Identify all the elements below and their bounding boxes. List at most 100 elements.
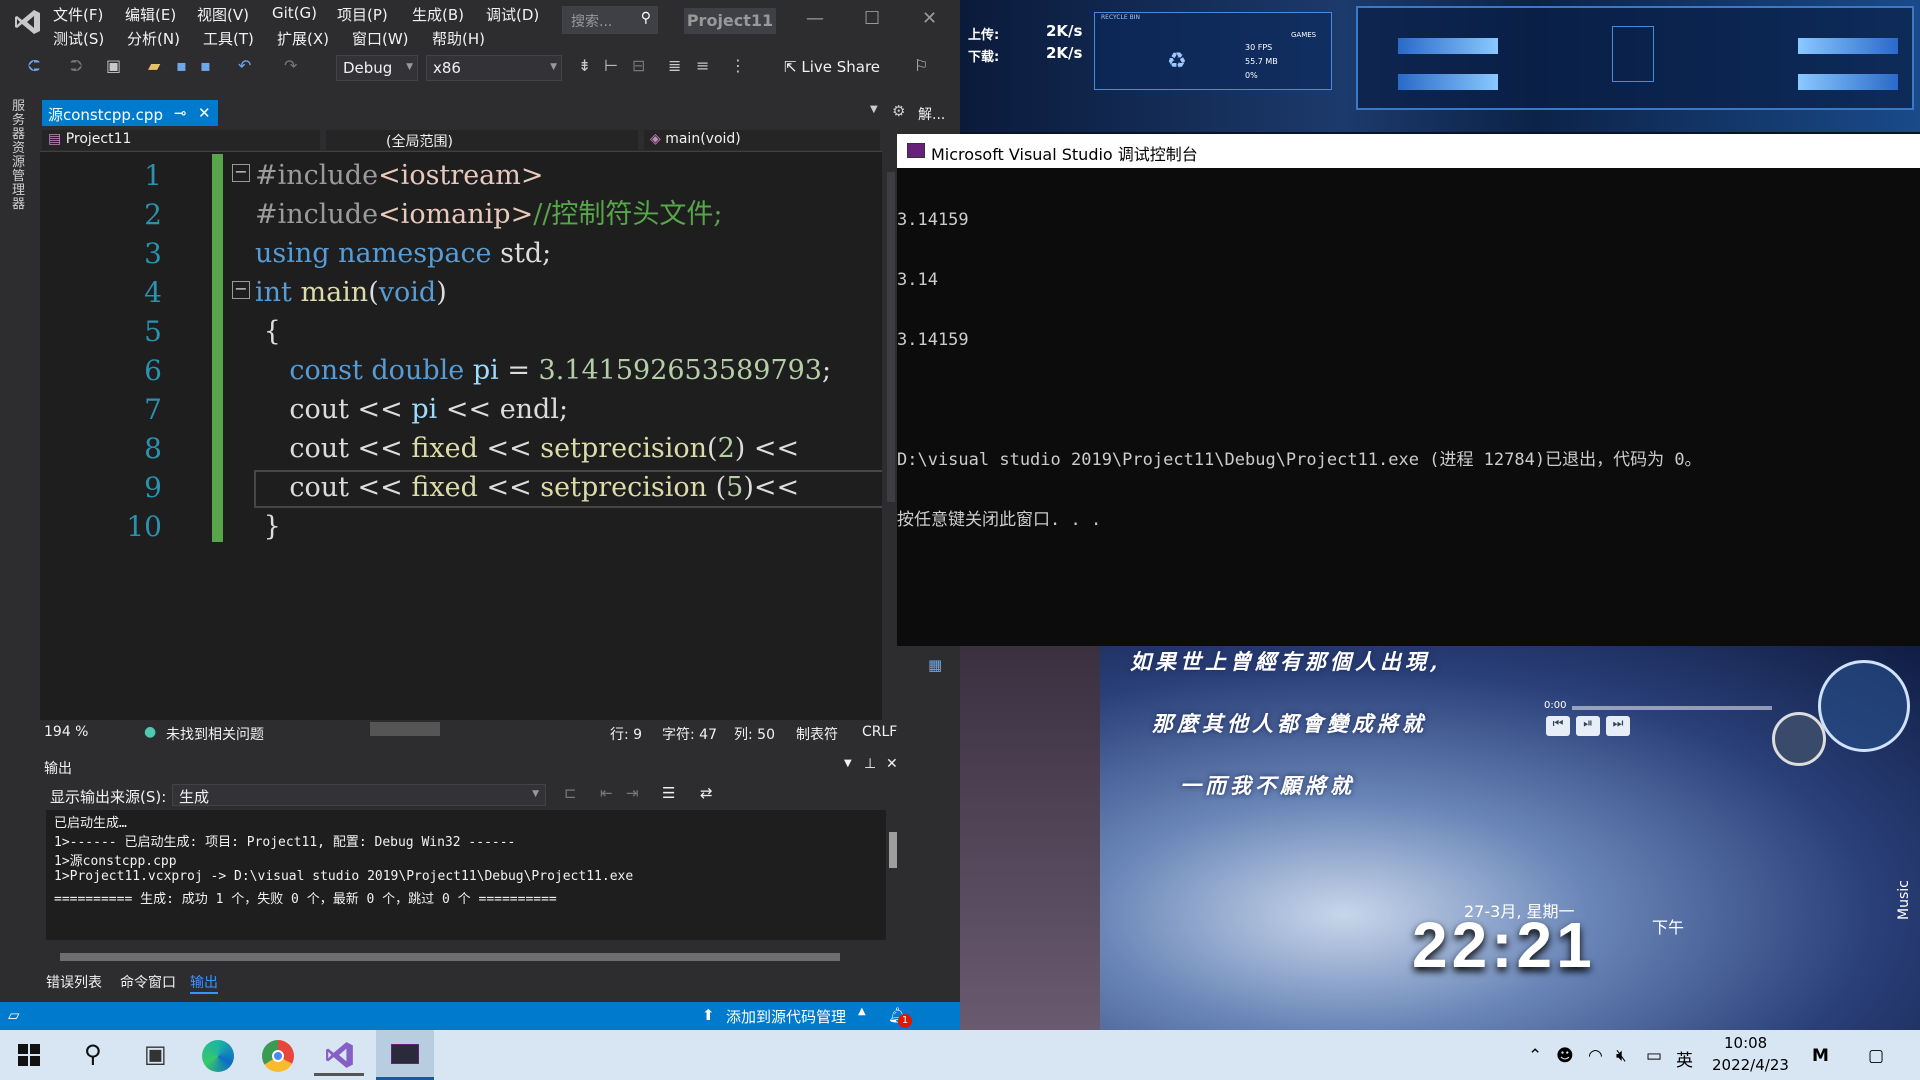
play-pause-icon[interactable]: ⏯: [1576, 716, 1600, 736]
uncomment-icon[interactable]: ≡: [696, 56, 709, 75]
games-label[interactable]: GAMES: [1291, 31, 1316, 39]
breakpoint-icon[interactable]: ⊢: [604, 56, 618, 75]
close-icon[interactable]: ✕: [922, 8, 937, 29]
qq-icon[interactable]: ☻: [1556, 1046, 1574, 1066]
menu-analyze[interactable]: 分析(N): [127, 28, 180, 49]
project-dropdown[interactable]: ▤ Project11: [42, 130, 320, 150]
console-taskbar-icon[interactable]: [376, 1030, 434, 1080]
tab-output[interactable]: 输出: [190, 972, 218, 994]
close-icon[interactable]: ✕: [886, 756, 898, 772]
tab-close-icon[interactable]: ✕: [198, 104, 211, 122]
menu-view[interactable]: 视图(V): [197, 4, 249, 25]
windows-start-icon[interactable]: [18, 1044, 40, 1066]
camera-app-icon[interactable]: ▣: [130, 1036, 180, 1076]
config-dropdown[interactable]: Debug ▼: [336, 55, 418, 81]
code-editor[interactable]: 1 2 3 4 5 6 7 8 9 10 − − #include<iostre…: [40, 152, 882, 720]
clock-date[interactable]: 2022/4/23: [1712, 1056, 1789, 1074]
open-folder-icon[interactable]: ▰: [148, 56, 160, 75]
tabs-indicator[interactable]: 制表符: [796, 724, 838, 744]
tab-list-icon[interactable]: ▼: [870, 104, 878, 115]
volume-muted-icon[interactable]: 🔇︎: [1616, 1046, 1627, 1066]
menu-extensions[interactable]: 扩展(X): [277, 28, 329, 49]
forward-icon[interactable]: ⮊: [70, 56, 82, 76]
tab-error-list[interactable]: 错误列表: [46, 972, 102, 992]
collapse-icon[interactable]: −: [232, 281, 250, 299]
save-all-icon[interactable]: ▪: [200, 56, 211, 75]
pin-icon[interactable]: ⊥: [864, 756, 876, 772]
collapse-icon[interactable]: −: [232, 164, 250, 182]
recycle-widget[interactable]: RECYCLE BIN ♻ 30 FPS 55.7 MB 0% GAMES: [1094, 12, 1332, 90]
scroll-thumb[interactable]: [889, 832, 897, 868]
menu-git[interactable]: Git(G): [272, 4, 317, 22]
clear-all-icon[interactable]: ☰: [662, 784, 675, 802]
solution-explorer-tab[interactable]: 解...: [918, 104, 945, 124]
chevron-up-icon[interactable]: ▲: [858, 1006, 866, 1017]
output-scrollbar[interactable]: [886, 810, 900, 940]
minimize-icon[interactable]: —: [806, 8, 824, 29]
menu-build[interactable]: 生成(B): [412, 4, 464, 25]
live-share-button[interactable]: ⇱ Live Share: [784, 58, 880, 76]
debug-console-window[interactable]: Microsoft Visual Studio 调试控制台 3.14159 3.…: [897, 134, 1920, 646]
menu-help[interactable]: 帮助(H): [432, 28, 485, 49]
step-icon[interactable]: ⇟: [578, 56, 591, 75]
menu-window[interactable]: 窗口(W): [352, 28, 409, 49]
new-item-icon[interactable]: ▣: [106, 56, 121, 75]
menu-file[interactable]: 文件(F): [53, 4, 103, 25]
output-horizontal-scrollbar[interactable]: [46, 950, 880, 964]
next-message-icon[interactable]: ⇥: [626, 784, 639, 802]
menu-project[interactable]: 项目(P): [337, 4, 388, 25]
wifi-icon[interactable]: ◠: [1588, 1046, 1603, 1066]
clock-time[interactable]: 10:08: [1724, 1034, 1767, 1052]
next-track-icon[interactable]: ⏭: [1606, 716, 1630, 736]
server-explorer-tab[interactable]: 服务器资源管理器: [12, 100, 28, 212]
redo-icon[interactable]: ↷: [284, 56, 297, 75]
feedback-icon[interactable]: ⚐: [914, 56, 928, 75]
tab-constcpp[interactable]: 源constcpp.cpp ⊸ ✕: [42, 100, 218, 126]
eol-indicator[interactable]: CRLF: [862, 724, 897, 740]
output-source-dropdown[interactable]: 生成 ▼: [172, 784, 546, 806]
chevron-down-icon[interactable]: ▼: [844, 758, 852, 769]
chrome-browser-icon[interactable]: [252, 1036, 302, 1076]
platform-dropdown[interactable]: x86 ▼: [426, 55, 562, 81]
undo-icon[interactable]: ↶: [238, 56, 251, 75]
horizontal-scroll-thumb[interactable]: [370, 722, 440, 736]
issues-status[interactable]: 未找到相关问题: [166, 724, 264, 744]
console-title-bar[interactable]: Microsoft Visual Studio 调试控制台: [897, 134, 1920, 168]
volume-knob[interactable]: [1772, 712, 1826, 766]
app-tray-icon[interactable]: M: [1812, 1046, 1829, 1066]
battery-icon[interactable]: ▭: [1646, 1046, 1662, 1066]
action-center-icon[interactable]: ▢: [1868, 1046, 1884, 1066]
menu-debug[interactable]: 调试(D): [486, 4, 539, 25]
comment-icon[interactable]: ≣: [668, 56, 681, 75]
scope-dropdown[interactable]: (全局范围): [326, 130, 638, 150]
back-icon[interactable]: ⮈: [28, 56, 40, 76]
search-box[interactable]: 搜索... ⚲: [562, 6, 658, 34]
maximize-icon[interactable]: ☐: [864, 8, 880, 29]
bookmark-icon[interactable]: ⊟: [632, 56, 645, 75]
edge-browser-icon[interactable]: [192, 1036, 242, 1076]
scroll-thumb[interactable]: [887, 172, 895, 502]
menu-test[interactable]: 测试(S): [53, 28, 104, 49]
music-progress[interactable]: [1572, 706, 1772, 710]
word-wrap-icon[interactable]: ⇄: [700, 784, 713, 802]
settings-gear-icon[interactable]: ⚙: [892, 102, 905, 120]
menu-tools[interactable]: 工具(T): [203, 28, 254, 49]
tab-command-window[interactable]: 命令窗口: [120, 972, 176, 992]
save-icon[interactable]: ▪: [176, 56, 187, 75]
previous-track-icon[interactable]: ⏮: [1546, 716, 1570, 736]
pin-icon[interactable]: ⊸: [174, 104, 187, 122]
ime-indicator[interactable]: 英: [1676, 1046, 1693, 1071]
chevron-up-icon[interactable]: ⌃: [1528, 1046, 1542, 1066]
zoom-level[interactable]: 194 %: [44, 724, 88, 740]
scroll-thumb[interactable]: [60, 953, 840, 961]
class-view-icon[interactable]: ▦: [928, 656, 942, 674]
overflow-icon[interactable]: ⋮: [730, 56, 746, 75]
member-dropdown[interactable]: ◈ main(void): [644, 130, 880, 150]
prev-message-icon[interactable]: ⇤: [600, 784, 613, 802]
search-icon[interactable]: ⚲: [72, 1036, 122, 1076]
add-to-source-control[interactable]: 添加到源代码管理: [726, 1006, 846, 1027]
find-icon[interactable]: ⊏: [564, 784, 577, 802]
visual-studio-taskbar-icon[interactable]: [314, 1036, 364, 1076]
output-panel[interactable]: 已启动生成… 1>------ 已启动生成: 项目: Project11, 配置…: [46, 810, 900, 940]
menu-edit[interactable]: 编辑(E): [125, 4, 176, 25]
